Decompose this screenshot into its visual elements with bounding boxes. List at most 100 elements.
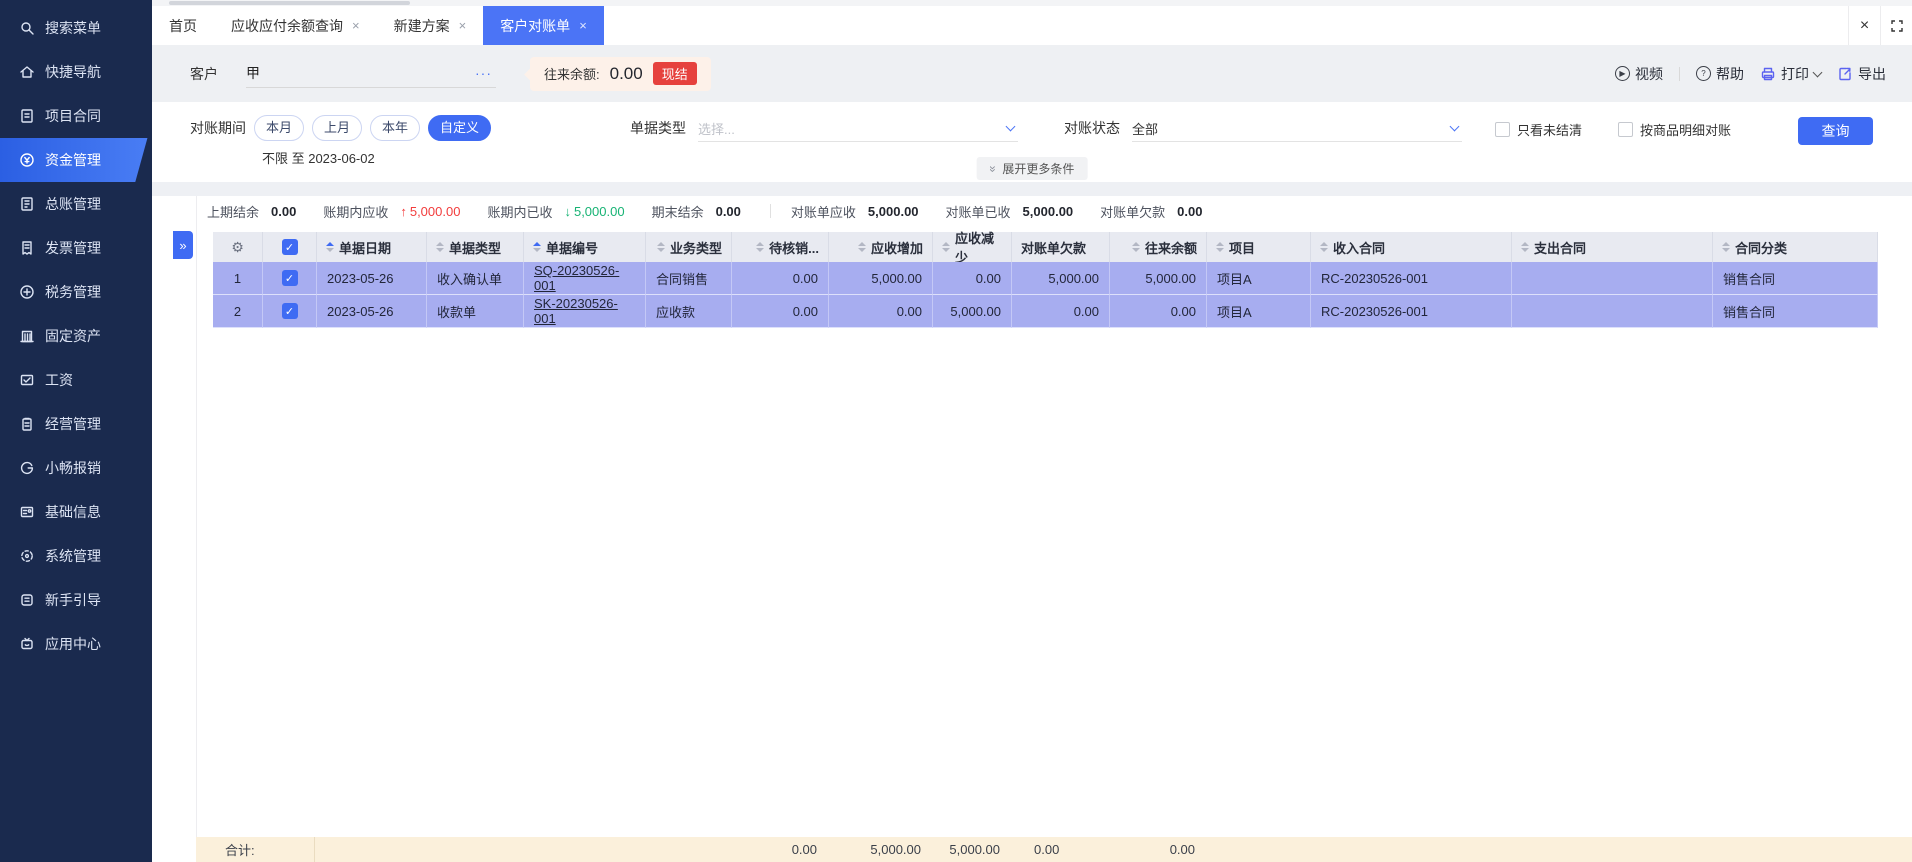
sidebar-item-tax-management[interactable]: 税务管理 bbox=[0, 270, 152, 314]
tab-ar-ap-balance-query[interactable]: 应收应付余额查询 × bbox=[214, 6, 377, 45]
expand-panel-handle[interactable]: » bbox=[173, 231, 193, 259]
sidebar-item-system-management[interactable]: 系统管理 bbox=[0, 534, 152, 578]
col-header-income-contract[interactable]: 收入合同 bbox=[1311, 232, 1512, 262]
tab-customer-statement[interactable]: 客户对账单 × bbox=[483, 6, 604, 45]
col-header-expense-contract[interactable]: 支出合同 bbox=[1512, 232, 1713, 262]
sidebar-item-business-management[interactable]: 经营管理 bbox=[0, 402, 152, 446]
doc-no-link[interactable]: SQ-20230526-001 bbox=[534, 263, 635, 293]
customer-input[interactable]: 甲 ··· bbox=[246, 60, 496, 88]
sort-icon[interactable] bbox=[1131, 242, 1140, 252]
by-goods-checkbox-row[interactable]: 按商品明细对账 bbox=[1618, 120, 1731, 139]
table-row[interactable]: 2 ✓ 2023-05-26 收款单 SK-20230526-001 应收款 0… bbox=[213, 295, 1878, 328]
sort-icon[interactable] bbox=[1216, 242, 1224, 252]
col-header-pending[interactable]: 待核销... bbox=[732, 232, 829, 262]
status-select[interactable]: 全部 bbox=[1132, 115, 1462, 142]
video-button[interactable]: ▶ 视频 bbox=[1615, 64, 1663, 84]
sidebar-item-funds-management[interactable]: 资金管理 bbox=[0, 138, 148, 182]
col-header-balance[interactable]: 往来余额 bbox=[1110, 232, 1207, 262]
tab-new-plan[interactable]: 新建方案 × bbox=[377, 6, 484, 45]
by-goods-checkbox[interactable] bbox=[1618, 122, 1633, 137]
sort-icon[interactable] bbox=[1521, 242, 1529, 252]
period-this-year[interactable]: 本年 bbox=[370, 115, 421, 141]
tab-close-icon[interactable]: × bbox=[459, 18, 467, 33]
row-index: 2 bbox=[213, 295, 263, 328]
col-header-recv-decrease[interactable]: 应收减少 bbox=[933, 231, 1012, 265]
invoice-icon bbox=[22, 241, 32, 255]
export-button[interactable]: 导出 bbox=[1837, 64, 1886, 84]
summary-period-received: 账期内已收 ↓ 5,000.00 bbox=[487, 202, 624, 221]
col-header-statement-debt[interactable]: 对账单欠款 bbox=[1012, 232, 1110, 262]
sidebar-item-invoice-management[interactable]: 发票管理 bbox=[0, 226, 152, 270]
fullscreen-button[interactable] bbox=[1880, 6, 1912, 45]
cell-contract-category: 销售合同 bbox=[1713, 262, 1878, 295]
period-range-value[interactable]: 不限 至 2023-06-02 bbox=[262, 148, 491, 167]
customer-picker-icon[interactable]: ··· bbox=[475, 65, 496, 81]
sort-icon[interactable] bbox=[1722, 242, 1730, 252]
expand-more-label: 展开更多条件 bbox=[1002, 162, 1075, 176]
col-header-recv-increase[interactable]: 应收增加 bbox=[829, 232, 933, 262]
table-row[interactable]: 1 ✓ 2023-05-26 收入确认单 SQ-20230526-001 合同销… bbox=[213, 262, 1878, 295]
sort-icon[interactable] bbox=[857, 242, 866, 252]
cell-expense-contract bbox=[1512, 262, 1713, 295]
col-header-biz-type[interactable]: 业务类型 bbox=[646, 232, 732, 262]
cell-balance: 0.00 bbox=[1110, 295, 1207, 328]
search-button[interactable]: 查询 bbox=[1798, 117, 1873, 145]
sidebar-item-salary[interactable]: 工资 bbox=[0, 358, 152, 402]
totals-spacer bbox=[425, 837, 522, 862]
col-header-doc-date[interactable]: 单据日期 bbox=[317, 232, 427, 262]
col-header-contract-category[interactable]: 合同分类 bbox=[1713, 232, 1878, 262]
building-icon bbox=[20, 330, 34, 343]
sort-icon[interactable] bbox=[436, 242, 444, 252]
select-all-checkbox[interactable]: ✓ bbox=[281, 239, 298, 255]
col-header-doc-no[interactable]: 单据编号 bbox=[524, 232, 646, 262]
col-label: 项目 bbox=[1229, 240, 1256, 256]
tab-close-icon[interactable]: × bbox=[352, 18, 360, 33]
row-checkbox[interactable]: ✓ bbox=[281, 270, 298, 286]
col-header-project[interactable]: 项目 bbox=[1207, 232, 1311, 262]
cell-balance: 5,000.00 bbox=[1110, 262, 1207, 295]
sidebar-item-general-ledger[interactable]: 总账管理 bbox=[0, 182, 152, 226]
print-button[interactable]: 打印 bbox=[1760, 64, 1823, 84]
sort-icon[interactable] bbox=[756, 242, 765, 252]
row-checkbox[interactable]: ✓ bbox=[281, 303, 298, 319]
column-settings-button[interactable]: ⚙ bbox=[213, 232, 263, 262]
cell-doc-no: SQ-20230526-001 bbox=[524, 262, 646, 295]
close-window-button[interactable]: × bbox=[1848, 6, 1880, 45]
chevron-down-icon[interactable] bbox=[1812, 67, 1823, 77]
expand-more-button[interactable]: » 展开更多条件 bbox=[976, 157, 1088, 180]
period-this-month[interactable]: 本月 bbox=[254, 115, 305, 141]
sidebar-item-quick-nav[interactable]: 快捷导航 bbox=[0, 50, 152, 94]
sidebar-item-beginner-guide[interactable]: 新手引导 bbox=[0, 578, 152, 622]
summary-value: 0.00 bbox=[715, 203, 741, 219]
sort-icon[interactable] bbox=[326, 242, 334, 252]
sort-icon[interactable] bbox=[533, 242, 541, 252]
sort-icon[interactable] bbox=[942, 242, 950, 252]
sidebar-item-fixed-assets[interactable]: 固定资产 bbox=[0, 314, 152, 358]
cash-settle-badge[interactable]: 现结 bbox=[652, 62, 697, 85]
table-header-row: ⚙ ✓ 单据日期 单据类型 单据编号 业务类型 待核销... 应收增加 应收减少… bbox=[213, 231, 1878, 265]
doc-type-select[interactable]: 选择... bbox=[698, 115, 1018, 142]
export-icon bbox=[1839, 67, 1851, 80]
col-header-doc-type[interactable]: 单据类型 bbox=[427, 232, 524, 262]
sort-icon[interactable] bbox=[1320, 242, 1328, 252]
col-label: 支出合同 bbox=[1534, 240, 1587, 256]
tab-home[interactable]: 首页 bbox=[152, 6, 214, 45]
period-custom[interactable]: 自定义 bbox=[428, 115, 492, 141]
sidebar-item-base-info[interactable]: 基础信息 bbox=[0, 490, 152, 534]
period-last-month[interactable]: 上月 bbox=[312, 115, 363, 141]
doc-no-link[interactable]: SK-20230526-001 bbox=[534, 296, 635, 326]
help-button[interactable]: ? 帮助 bbox=[1696, 64, 1744, 84]
unsettled-checkbox-row[interactable]: 只看未结清 bbox=[1495, 120, 1582, 139]
summary-period-receivable: 账期内应收 ↑ 5,000.00 bbox=[323, 202, 460, 221]
sidebar-item-project-contract[interactable]: 项目合同 bbox=[0, 94, 152, 138]
customer-value: 甲 bbox=[246, 65, 260, 81]
unsettled-checkbox[interactable] bbox=[1495, 122, 1510, 137]
tab-close-icon[interactable]: × bbox=[579, 18, 587, 33]
sidebar-item-xiaochang-expense[interactable]: 小畅报销 bbox=[0, 446, 152, 490]
sort-icon[interactable] bbox=[656, 242, 665, 252]
summary-label: 账期内已收 bbox=[487, 204, 553, 220]
sidebar-item-app-center[interactable]: 应用中心 bbox=[0, 622, 152, 666]
cell-pending: 0.00 bbox=[732, 262, 829, 295]
tabbar-scroll-thumb[interactable] bbox=[169, 1, 410, 5]
sidebar-item-search-menu[interactable]: 搜索菜单 bbox=[0, 6, 152, 50]
